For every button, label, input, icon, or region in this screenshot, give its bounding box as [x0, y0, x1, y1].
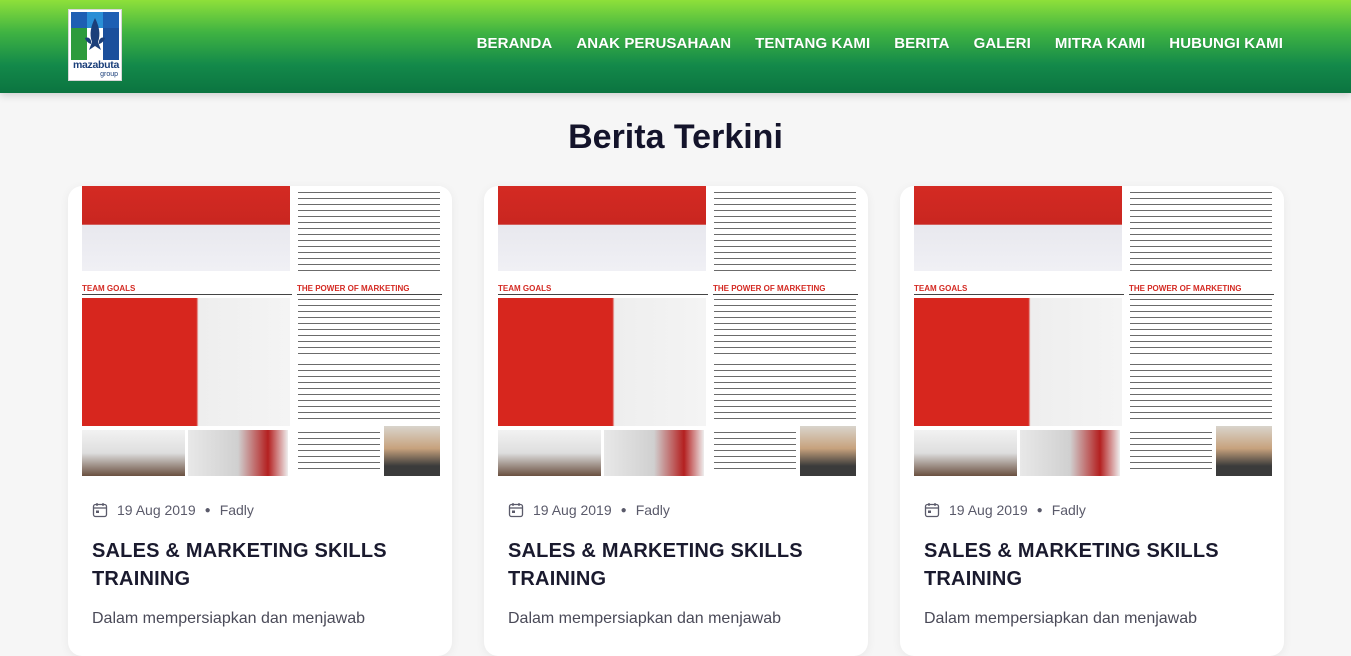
news-card-image[interactable]: TEAM GOALS THE POWER OF MARKETING [914, 186, 1274, 476]
nav-item-mitra-kami[interactable]: MITRA KAMI [1055, 35, 1145, 52]
photo-seminar [914, 186, 1122, 271]
article-text-block [1130, 192, 1272, 272]
divider [914, 294, 1124, 295]
news-excerpt: Dalam mempersiapkan dan menjawab [508, 610, 782, 627]
news-card[interactable]: TEAM GOALS THE POWER OF MARKETING 19 Aug… [68, 186, 452, 656]
divider [1129, 294, 1274, 295]
photo-activity-1 [498, 430, 601, 476]
photo-team [498, 298, 706, 426]
photo-activity-1 [914, 430, 1017, 476]
calendar-icon [92, 503, 108, 518]
team-goals-heading: TEAM GOALS [82, 284, 136, 293]
photo-portrait [800, 426, 856, 476]
divider [297, 294, 442, 295]
power-heading: THE POWER OF MARKETING [713, 284, 826, 293]
news-title[interactable]: SALES & MARKETING SKILLS TRAINING [508, 537, 828, 593]
main-nav: BERANDA ANAK PERUSAHAAN TENTANG KAMI BER… [477, 35, 1283, 52]
divider [713, 294, 858, 295]
team-goals-heading: TEAM GOALS [498, 284, 552, 293]
news-date: 19 Aug 2019 [533, 502, 612, 518]
news-title[interactable]: SALES & MARKETING SKILLS TRAINING [92, 537, 412, 593]
news-date: 19 Aug 2019 [949, 502, 1028, 518]
power-heading: THE POWER OF MARKETING [1129, 284, 1242, 293]
article-text-block [1130, 432, 1212, 472]
article-text-block [298, 364, 440, 420]
divider [498, 294, 708, 295]
news-author: Fadly [219, 502, 254, 518]
photo-activity-2 [1020, 430, 1120, 476]
nav-item-anak-perusahaan[interactable]: ANAK PERUSAHAAN [576, 35, 731, 52]
nav-item-tentang-kami[interactable]: TENTANG KAMI [755, 35, 870, 52]
news-title[interactable]: SALES & MARKETING SKILLS TRAINING [924, 537, 1244, 593]
section-title: Berita Terkini [568, 118, 783, 156]
divider [82, 294, 292, 295]
mazabuta-logo[interactable]: mazabuta group [68, 9, 122, 81]
meta-separator: ● [204, 504, 211, 516]
nav-item-hubungi-kami[interactable]: HUBUNGI KAMI [1169, 35, 1283, 52]
article-text-block [298, 299, 440, 355]
news-card[interactable]: TEAM GOALS THE POWER OF MARKETING 19 Aug… [900, 186, 1284, 656]
photo-activity-1 [82, 430, 185, 476]
news-card[interactable]: TEAM GOALS THE POWER OF MARKETING 19 Aug… [484, 186, 868, 656]
photo-activity-2 [188, 430, 288, 476]
news-card-meta: 19 Aug 2019 ● Fadly [924, 502, 1086, 518]
article-text-block [298, 192, 440, 272]
photo-activity-2 [604, 430, 704, 476]
news-date: 19 Aug 2019 [117, 502, 196, 518]
photo-seminar [498, 186, 706, 271]
news-author: Fadly [1051, 502, 1086, 518]
power-heading: THE POWER OF MARKETING [297, 284, 410, 293]
news-excerpt: Dalam mempersiapkan dan menjawab [924, 610, 1198, 627]
nav-item-berita[interactable]: BERITA [894, 35, 949, 52]
article-text-block [714, 432, 796, 472]
news-author: Fadly [635, 502, 670, 518]
photo-seminar [82, 186, 290, 271]
news-card-meta: 19 Aug 2019 ● Fadly [92, 502, 254, 518]
article-text-block [714, 364, 856, 420]
photo-team [82, 298, 290, 426]
article-text-block [714, 192, 856, 272]
news-card-image[interactable]: TEAM GOALS THE POWER OF MARKETING [498, 186, 858, 476]
news-card-meta: 19 Aug 2019 ● Fadly [508, 502, 670, 518]
photo-portrait [1216, 426, 1272, 476]
team-goals-heading: TEAM GOALS [914, 284, 968, 293]
photo-portrait [384, 426, 440, 476]
photo-team [914, 298, 1122, 426]
nav-item-galeri[interactable]: GALERI [974, 35, 1031, 52]
logo-emblem-icon [71, 12, 119, 60]
meta-separator: ● [1036, 504, 1043, 516]
article-text-block [1130, 364, 1272, 420]
nav-item-beranda[interactable]: BERANDA [477, 35, 553, 52]
site-header: mazabuta group BERANDA ANAK PERUSAHAAN T… [0, 0, 1351, 93]
news-card-image[interactable]: TEAM GOALS THE POWER OF MARKETING [82, 186, 442, 476]
article-text-block [1130, 299, 1272, 355]
logo-text: mazabuta [72, 59, 120, 71]
news-excerpt: Dalam mempersiapkan dan menjawab [92, 610, 366, 627]
article-text-block [714, 299, 856, 355]
logo-subtext: group [100, 71, 118, 78]
article-text-block [298, 432, 380, 472]
calendar-icon [508, 503, 524, 518]
meta-separator: ● [620, 504, 627, 516]
calendar-icon [924, 503, 940, 518]
